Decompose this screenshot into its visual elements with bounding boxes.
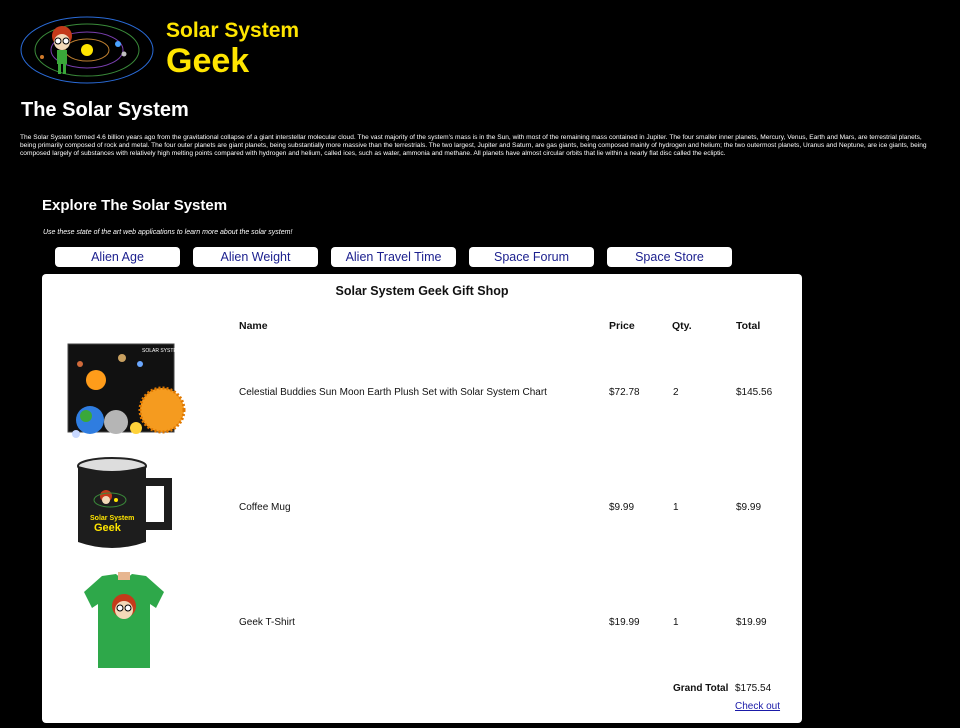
header-name: Name bbox=[239, 320, 268, 332]
explore-subtitle: Use these state of the art web applicati… bbox=[43, 229, 293, 236]
site-header: Solar System Geek bbox=[20, 14, 320, 86]
nav-alien-weight-button[interactable]: Alien Weight bbox=[193, 247, 318, 267]
item-name: Celestial Buddies Sun Moon Earth Plush S… bbox=[239, 387, 547, 398]
item-name: Geek T-Shirt bbox=[239, 617, 295, 628]
item-total: $9.99 bbox=[736, 502, 762, 513]
item-total: $19.99 bbox=[736, 617, 767, 628]
intro-paragraph: The Solar System formed 4.6 billion year… bbox=[20, 134, 927, 157]
explore-heading: Explore The Solar System bbox=[42, 197, 228, 214]
brand-name: Solar System Geek bbox=[166, 20, 299, 78]
nav-alien-travel-time-button[interactable]: Alien Travel Time bbox=[331, 247, 456, 267]
grand-total-label: Grand Total bbox=[673, 683, 729, 694]
item-total: $145.56 bbox=[736, 387, 773, 398]
item-qty: 1 bbox=[673, 502, 679, 513]
item-qty: 2 bbox=[673, 387, 679, 398]
nav-alien-age-button[interactable]: Alien Age bbox=[55, 247, 180, 267]
mug-image[interactable]: Solar System Geek bbox=[72, 456, 176, 554]
mug-brand-line1: Solar System bbox=[90, 515, 134, 522]
header-price: Price bbox=[609, 320, 635, 332]
app-nav: Alien Age Alien Weight Alien Travel Time… bbox=[55, 247, 732, 267]
checkout-link[interactable]: Check out bbox=[735, 701, 780, 712]
page-title: The Solar System bbox=[21, 99, 189, 121]
solar-system-logo-icon[interactable] bbox=[20, 14, 156, 86]
plush-set-image[interactable]: SOLAR SYSTEM bbox=[56, 342, 192, 442]
item-name: Coffee Mug bbox=[239, 502, 291, 513]
grand-total-value: $175.54 bbox=[735, 683, 772, 694]
brand-line2: Geek bbox=[166, 42, 250, 80]
nav-space-forum-button[interactable]: Space Forum bbox=[469, 247, 594, 267]
header-qty: Qty. bbox=[672, 320, 692, 332]
mug-brand-line2: Geek bbox=[94, 522, 122, 534]
nav-space-store-button[interactable]: Space Store bbox=[607, 247, 732, 267]
item-price: $9.99 bbox=[609, 502, 635, 513]
gift-shop-panel: Solar System Geek Gift Shop Name Price Q… bbox=[42, 274, 802, 723]
item-qty: 1 bbox=[673, 617, 679, 628]
item-price: $19.99 bbox=[609, 617, 640, 628]
brand-line1: Solar System bbox=[166, 19, 300, 42]
svg-text:SOLAR SYSTEM: SOLAR SYSTEM bbox=[142, 348, 181, 354]
tshirt-image[interactable] bbox=[82, 572, 166, 670]
header-total: Total bbox=[736, 320, 761, 332]
shop-title: Solar System Geek Gift Shop bbox=[335, 284, 509, 298]
item-price: $72.78 bbox=[609, 387, 640, 398]
